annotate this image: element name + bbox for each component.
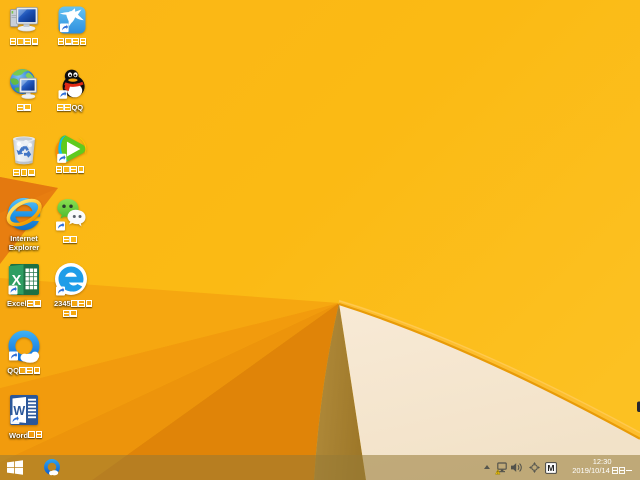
svg-text:M: M	[547, 463, 554, 473]
